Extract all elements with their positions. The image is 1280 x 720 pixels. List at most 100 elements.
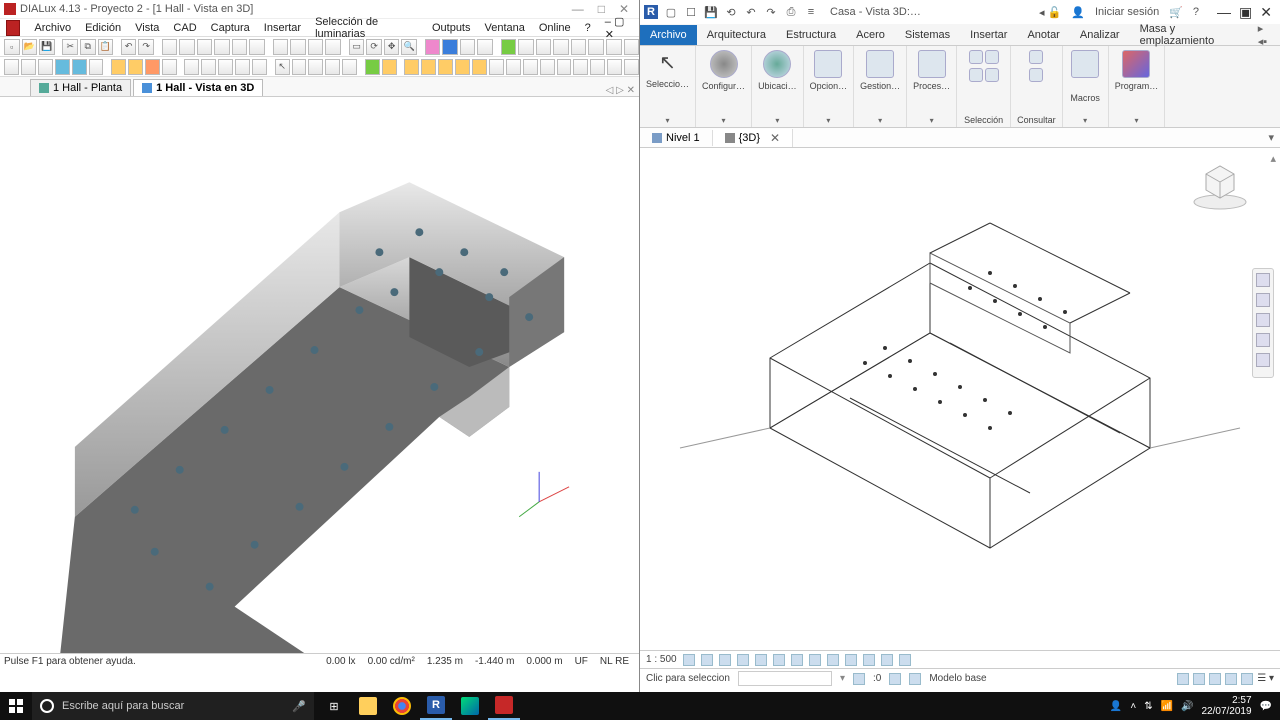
ribbon-tab-anotar[interactable]: Anotar	[1017, 25, 1069, 45]
ribbon-tab-analizar[interactable]: Analizar	[1070, 25, 1130, 45]
t2-l-icon[interactable]	[201, 59, 216, 75]
tool-l-icon[interactable]	[477, 39, 493, 55]
t2-z-icon[interactable]	[472, 59, 487, 75]
tool-green-icon[interactable]	[501, 39, 517, 55]
tool-cut-icon[interactable]: ✂	[62, 39, 78, 55]
tool-move-icon[interactable]: ✥	[384, 39, 400, 55]
tab-planta[interactable]: 1 Hall - Planta	[30, 79, 131, 96]
vb-render-icon[interactable]	[755, 654, 767, 666]
t2-i-icon[interactable]	[145, 59, 160, 75]
tool-zoom-icon[interactable]: 🔍	[401, 39, 417, 55]
status-filter-icon[interactable]: ☰ ▾	[1257, 673, 1274, 685]
t2-ae-icon[interactable]	[557, 59, 572, 75]
status-model[interactable]: Modelo base	[929, 673, 986, 684]
tray-volume-icon[interactable]: 🔊	[1181, 701, 1193, 712]
menu-insertar[interactable]: Insertar	[264, 22, 301, 34]
panel-seleccion[interactable]: Selección	[957, 46, 1011, 127]
tool-s-icon[interactable]	[624, 39, 640, 55]
nav-look-icon[interactable]	[1256, 353, 1270, 367]
vb-shadow-icon[interactable]	[737, 654, 749, 666]
t2-ad-icon[interactable]	[540, 59, 555, 75]
tool-q-icon[interactable]	[588, 39, 604, 55]
t2-n-icon[interactable]	[235, 59, 250, 75]
t2-j-icon[interactable]	[162, 59, 177, 75]
t2-ah-icon[interactable]	[607, 59, 622, 75]
vb-reveal-icon[interactable]	[845, 654, 857, 666]
vb-c-icon[interactable]	[899, 654, 911, 666]
vb-b-icon[interactable]	[881, 654, 893, 666]
t2-t-icon[interactable]	[365, 59, 380, 75]
tool-g-icon[interactable]	[273, 39, 289, 55]
menu-archivo[interactable]: Archivo	[34, 22, 71, 34]
tool-select-icon[interactable]: ▭	[349, 39, 365, 55]
t2-af-icon[interactable]	[573, 59, 588, 75]
t2-cursor-icon[interactable]: ↖	[275, 59, 290, 75]
t2-d-icon[interactable]	[55, 59, 70, 75]
ribbon-tab-archivo[interactable]: Archivo	[640, 25, 697, 45]
tool-h-icon[interactable]	[290, 39, 306, 55]
panel-consultar[interactable]: Consultar	[1011, 46, 1063, 127]
status-sel-d[interactable]	[1225, 673, 1237, 685]
taskview-button[interactable]: ⊞	[318, 692, 350, 720]
t2-q-icon[interactable]	[308, 59, 323, 75]
app-explorer[interactable]	[352, 692, 384, 720]
qat-undo-icon[interactable]: ↶	[744, 5, 758, 19]
revit-app-icon[interactable]: R	[644, 5, 658, 19]
tool-i-icon[interactable]	[308, 39, 324, 55]
ribbon-more-icon[interactable]: ▸ ◂▪	[1252, 22, 1280, 48]
menu-ventana[interactable]: Ventana	[485, 22, 525, 34]
status-input[interactable]	[738, 671, 832, 686]
vb-detail-icon[interactable]	[683, 654, 695, 666]
t2-k-icon[interactable]	[184, 59, 199, 75]
t2-a-icon[interactable]	[4, 59, 19, 75]
menu-seleccion-luminarias[interactable]: Selección de luminarias	[315, 16, 418, 40]
status-sel-b[interactable]	[1193, 673, 1205, 685]
group-program[interactable]: Program… ▾	[1109, 46, 1166, 127]
mic-icon[interactable]: 🎤	[292, 700, 306, 713]
menu-window-controls[interactable]: – ▢ ✕	[605, 15, 639, 41]
t2-w-icon[interactable]	[421, 59, 436, 75]
tool-r-icon[interactable]	[606, 39, 622, 55]
qat-redo-icon[interactable]: ↷	[764, 5, 778, 19]
app-other[interactable]	[454, 692, 486, 720]
menu-vista[interactable]: Vista	[135, 22, 159, 34]
ribbon-tab-arquitectura[interactable]: Arquitectura	[697, 25, 776, 45]
tray-notifications-icon[interactable]: 💬	[1260, 701, 1272, 712]
t2-g-icon[interactable]	[111, 59, 126, 75]
ribbon-tab-estructura[interactable]: Estructura	[776, 25, 846, 45]
minimize-button[interactable]: —	[572, 2, 584, 16]
nav-orbit-icon[interactable]	[1256, 333, 1270, 347]
menu-captura[interactable]: Captura	[211, 22, 250, 34]
t2-r-icon[interactable]	[325, 59, 340, 75]
t2-ag-icon[interactable]	[590, 59, 605, 75]
t2-e-icon[interactable]	[72, 59, 87, 75]
app-dialux[interactable]	[488, 692, 520, 720]
t2-m-icon[interactable]	[218, 59, 233, 75]
tool-a-icon[interactable]	[162, 39, 178, 55]
app-chrome[interactable]	[386, 692, 418, 720]
tool-b-icon[interactable]	[179, 39, 195, 55]
group-configurar[interactable]: Configur… ▾	[696, 46, 752, 127]
viewtab-nivel1[interactable]: Nivel 1	[640, 130, 713, 146]
tool-undo-icon[interactable]: ↶	[121, 39, 137, 55]
tool-c-icon[interactable]	[197, 39, 213, 55]
t2-v-icon[interactable]	[404, 59, 419, 75]
tray-clock[interactable]: 2:57 22/07/2019	[1201, 695, 1251, 717]
viewtab-dropdown[interactable]: ▾	[1268, 131, 1280, 144]
tool-d-icon[interactable]	[214, 39, 230, 55]
t2-ac-icon[interactable]	[523, 59, 538, 75]
cart-icon[interactable]: 🛒	[1169, 6, 1183, 19]
t2-f-icon[interactable]	[89, 59, 104, 75]
tray-people-icon[interactable]: 👤	[1110, 701, 1122, 712]
help-icon[interactable]: ?	[1193, 6, 1199, 18]
vb-hide-icon[interactable]	[827, 654, 839, 666]
status-icon-b[interactable]	[889, 673, 901, 685]
vb-sun-icon[interactable]	[719, 654, 731, 666]
vb-crop-icon[interactable]	[773, 654, 785, 666]
viewtab-3d[interactable]: {3D} ✕	[713, 129, 793, 147]
t2-ab-icon[interactable]	[506, 59, 521, 75]
tool-redo-icon[interactable]: ↷	[138, 39, 154, 55]
tool-f-icon[interactable]	[249, 39, 265, 55]
status-sel-a[interactable]	[1177, 673, 1189, 685]
status-icon-c[interactable]	[909, 673, 921, 685]
